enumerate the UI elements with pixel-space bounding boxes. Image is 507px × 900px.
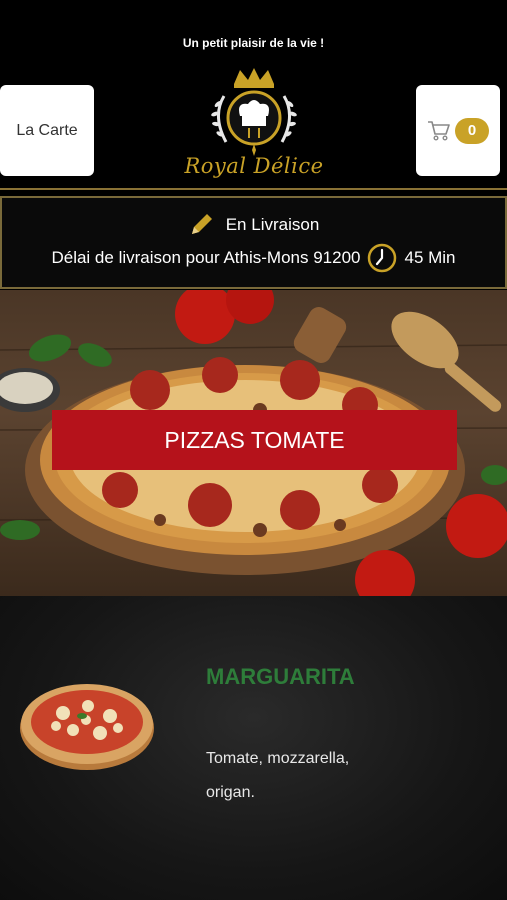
category-hero: PIZZAS TOMATE [0, 290, 507, 596]
marguarita-pizza-image [20, 684, 154, 770]
chef-crown-emblem [211, 68, 297, 156]
clock-icon [368, 243, 397, 273]
cart-button[interactable]: 0 [416, 85, 500, 176]
tagline: Un petit plaisir de la vie ! [182, 36, 325, 50]
shopping-cart-icon [428, 120, 450, 141]
app-header: Un petit plaisir de la vie ! La Carte Ro… [0, 0, 507, 192]
pencil-icon [191, 214, 212, 234]
delivery-info-panel[interactable]: En Livraison Délai de livraison pour Ath… [0, 196, 507, 289]
menu-list: MARGUARITA Tomate, mozzarella, origan. [0, 596, 507, 900]
delivery-delay-text: Délai de livraison pour Athis-Mons 91200 [51, 248, 361, 267]
logo-text: Royal Délice [184, 154, 324, 178]
logo: Royal Délice [178, 66, 330, 188]
header-divider [0, 188, 507, 190]
delivery-mode: En Livraison [225, 215, 320, 234]
item-name: MARGUARITA [206, 664, 355, 689]
delivery-delay-time: 45 Min [404, 248, 456, 267]
item-description: Tomate, mozzarella, origan. [206, 750, 350, 801]
cart-count-badge: 0 [455, 117, 489, 144]
la-carte-button[interactable]: La Carte [0, 85, 94, 176]
category-title-button[interactable]: PIZZAS TOMATE [52, 410, 457, 470]
